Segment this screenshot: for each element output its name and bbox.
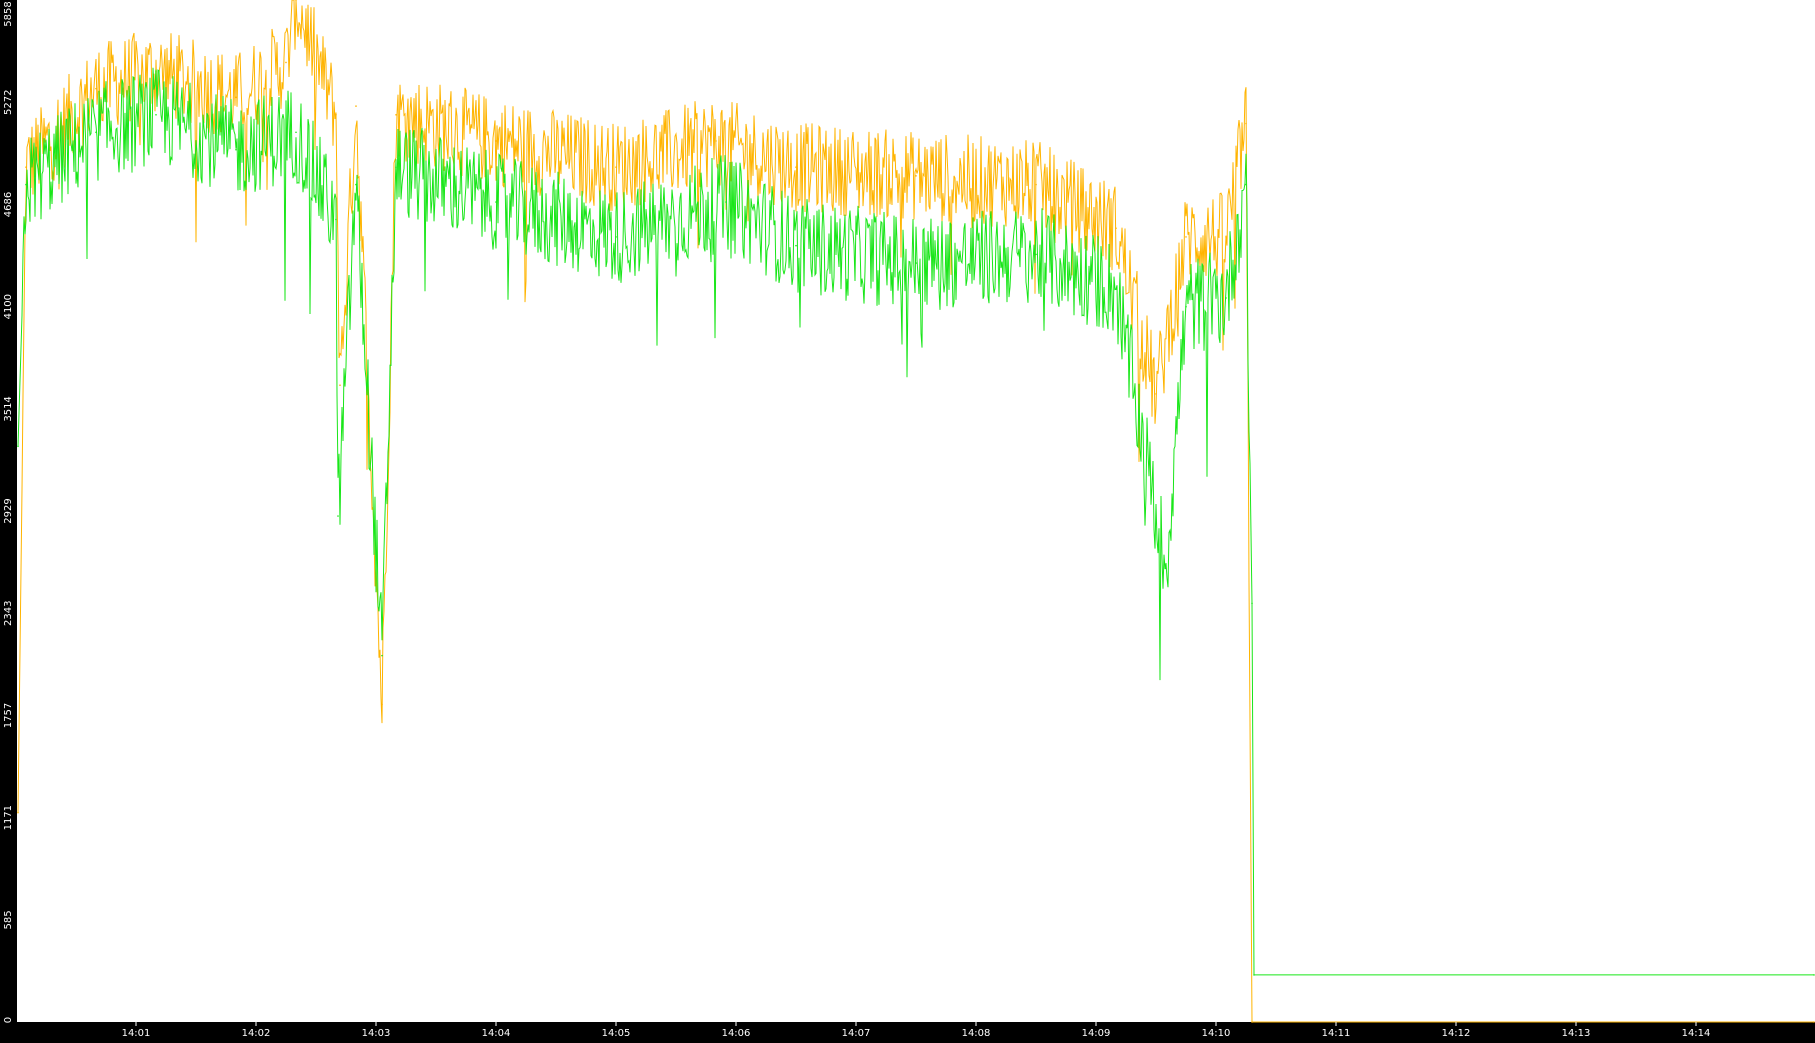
series-point xyxy=(795,166,797,168)
series-point xyxy=(355,183,357,186)
series-point xyxy=(155,113,157,116)
series-point xyxy=(235,148,237,151)
series-point xyxy=(495,140,497,142)
series-point xyxy=(1253,974,1255,976)
x-tick-label: 14:11 xyxy=(1322,1028,1351,1039)
x-tick-label: 14:08 xyxy=(962,1028,991,1039)
x-tick-label: 14:14 xyxy=(1682,1028,1711,1039)
series-point xyxy=(1225,236,1227,238)
series-point xyxy=(337,515,339,517)
series-point xyxy=(17,811,19,814)
series-point xyxy=(1251,1021,1253,1023)
y-tick-label: 0 xyxy=(3,1017,14,1023)
series-point xyxy=(95,131,97,134)
x-tick-label: 14:02 xyxy=(242,1028,271,1039)
series-point xyxy=(395,166,397,168)
series-point xyxy=(1185,305,1187,308)
series-point xyxy=(95,87,97,90)
series-point xyxy=(295,131,297,134)
series-point xyxy=(1155,393,1157,395)
series-point xyxy=(915,262,917,264)
series-point xyxy=(381,654,383,657)
series-point xyxy=(1251,602,1253,605)
series-point xyxy=(715,140,717,142)
series-point xyxy=(235,96,237,99)
y-tick-label: 2929 xyxy=(3,498,14,523)
x-tick-label: 14:12 xyxy=(1442,1028,1471,1039)
series-point xyxy=(1115,227,1117,229)
y-tick-label: 4686 xyxy=(3,192,14,217)
y-tick-label: 3514 xyxy=(3,396,14,421)
x-tick-label: 14:06 xyxy=(722,1028,751,1039)
x-tick-label: 14:03 xyxy=(362,1028,391,1039)
series-point xyxy=(355,105,357,107)
series-point xyxy=(795,244,797,247)
y-tick-label: 4100 xyxy=(3,294,14,319)
y-tick-label: 2343 xyxy=(3,601,14,626)
x-tick-label: 14:10 xyxy=(1202,1028,1231,1039)
series-point xyxy=(335,218,337,221)
series-point xyxy=(25,166,27,168)
series-point xyxy=(1165,567,1167,570)
series-point xyxy=(395,113,397,116)
y-tick-label: 1757 xyxy=(3,703,14,728)
y-tick-label: 585 xyxy=(3,910,14,929)
chart-container: 0 585 1171 1757 2343 2929 3514 4100 4686 5272 5858… xyxy=(0,0,1815,1039)
y-tick-label: 1171 xyxy=(3,805,14,830)
series-point xyxy=(1245,122,1247,125)
series-point xyxy=(915,175,917,177)
x-tick-label: 14:07 xyxy=(842,1028,871,1039)
series-point xyxy=(1185,236,1187,238)
series-point xyxy=(615,166,617,168)
series-point xyxy=(381,703,383,706)
line-chart: 0 585 1171 1757 2343 2929 3514 4100 4686 5272 5858… xyxy=(0,0,1815,1039)
series-point xyxy=(1035,183,1037,186)
series-point xyxy=(335,113,337,116)
series-point xyxy=(285,61,287,64)
x-tick-label: 14:13 xyxy=(1562,1028,1591,1039)
series-point xyxy=(25,183,27,186)
series-point xyxy=(725,201,727,203)
x-tick-label: 14:09 xyxy=(1082,1028,1111,1039)
series-point xyxy=(615,236,617,238)
series-point xyxy=(1035,253,1037,256)
series-point xyxy=(17,445,19,448)
y-tick-label: 5858 xyxy=(3,1,14,26)
series-point xyxy=(495,201,497,203)
x-tick-label: 14:05 xyxy=(602,1028,631,1039)
series-point xyxy=(1115,288,1117,291)
x-tick-label: 14:04 xyxy=(482,1028,511,1039)
y-tick-label: 5272 xyxy=(3,90,14,115)
series-point xyxy=(1245,183,1247,186)
series-point xyxy=(1225,297,1227,299)
series-point xyxy=(339,384,341,387)
x-tick-label: 14:01 xyxy=(122,1028,151,1039)
